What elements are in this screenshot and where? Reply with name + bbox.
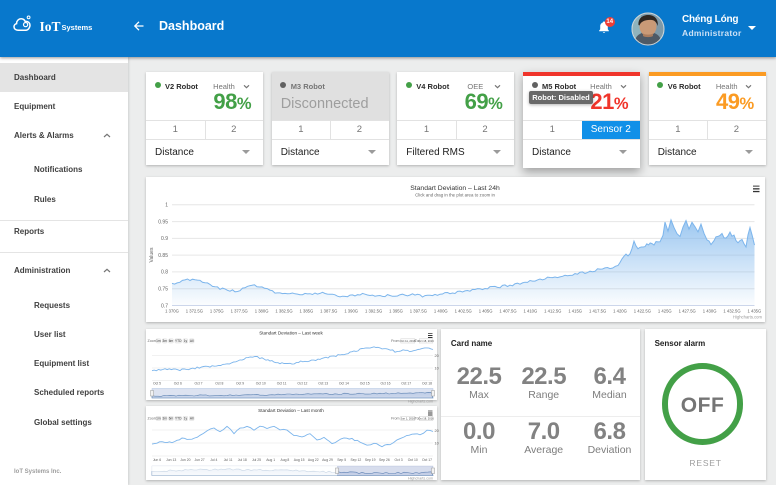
svg-text:Oct 16: Oct 16 [381,381,391,385]
svg-text:Oct 17: Oct 17 [422,458,432,462]
svg-text:Aug 1: Aug 1 [266,458,275,462]
svg-text:Jun 20: Jun 20 [180,458,190,462]
svg-text:Standart Deviation – Last mont: Standart Deviation – Last month [258,408,324,413]
svg-text:Oct 18, 2016: Oct 18, 2016 [418,417,434,421]
svg-text:Standart Deviation – Last week: Standart Deviation – Last week [259,331,323,336]
svg-text:Sep 19: Sep 19 [365,458,376,462]
svg-text:From: From [391,339,399,343]
svg-text:Oct 5: Oct 5 [153,381,161,385]
svg-text:Highcharts.com: Highcharts.com [408,477,433,481]
svg-text:6m: 6m [169,417,174,421]
svg-text:YTD: YTD [175,339,182,343]
svg-text:1y: 1y [184,339,188,343]
svg-text:1m: 1m [156,339,161,343]
svg-text:10: 10 [435,367,439,371]
svg-text:All: All [190,339,194,343]
svg-text:Jul 25: Jul 25 [252,458,261,462]
svg-text:Aug 15: Aug 15 [294,458,305,462]
svg-text:3m: 3m [162,339,167,343]
svg-text:Jun 13: Jun 13 [166,458,176,462]
svg-text:Sep 26: Sep 26 [379,458,390,462]
svg-text:Jun 27: Jun 27 [195,458,205,462]
svg-text:10: 10 [435,442,439,446]
svg-text:Oct 9: Oct 9 [236,381,244,385]
svg-text:Sep 5: Sep 5 [337,458,346,462]
svg-text:Oct 8: Oct 8 [215,381,223,385]
svg-text:1m: 1m [156,417,161,421]
svg-text:Oct 7: Oct 7 [194,381,202,385]
svg-text:All: All [190,417,194,421]
svg-text:Oct 13: Oct 13 [318,381,328,385]
svg-text:Oct 3: Oct 3 [395,458,403,462]
svg-text:Jul 18: Jul 18 [238,458,247,462]
svg-text:Jun 6: Jun 6 [153,458,161,462]
svg-text:Aug 8: Aug 8 [280,458,289,462]
svg-text:Aug 22: Aug 22 [308,458,319,462]
svg-text:Oct 10: Oct 10 [408,458,418,462]
svg-text:YTD: YTD [175,417,182,421]
svg-text:Oct 11: Oct 11 [277,381,287,385]
svg-text:Oct 6: Oct 6 [174,381,182,385]
svg-text:Oct 15: Oct 15 [360,381,370,385]
svg-text:Sep 12: Sep 12 [351,458,362,462]
svg-text:Oct 14: Oct 14 [339,381,349,385]
svg-text:Highcharts.com: Highcharts.com [408,400,433,404]
svg-text:Jul 4: Jul 4 [210,458,217,462]
svg-text:Oct 10: Oct 10 [256,381,266,385]
svg-text:20: 20 [435,429,439,433]
svg-text:Aug 29: Aug 29 [322,458,333,462]
svg-text:From: From [391,417,399,421]
svg-text:Oct 12: Oct 12 [297,381,307,385]
svg-text:Oct 18, 2016: Oct 18, 2016 [418,339,434,343]
svg-text:1y: 1y [184,417,188,421]
svg-text:3m: 3m [162,417,167,421]
svg-text:Oct 18: Oct 18 [422,381,432,385]
svg-text:Jul 11: Jul 11 [224,458,233,462]
svg-text:6m: 6m [169,339,174,343]
svg-text:20: 20 [435,354,439,358]
svg-text:Oct 11, 2016: Oct 11, 2016 [400,339,416,343]
svg-text:Jun 1, 2016: Jun 1, 2016 [401,417,416,421]
svg-text:Oct 17: Oct 17 [401,381,411,385]
